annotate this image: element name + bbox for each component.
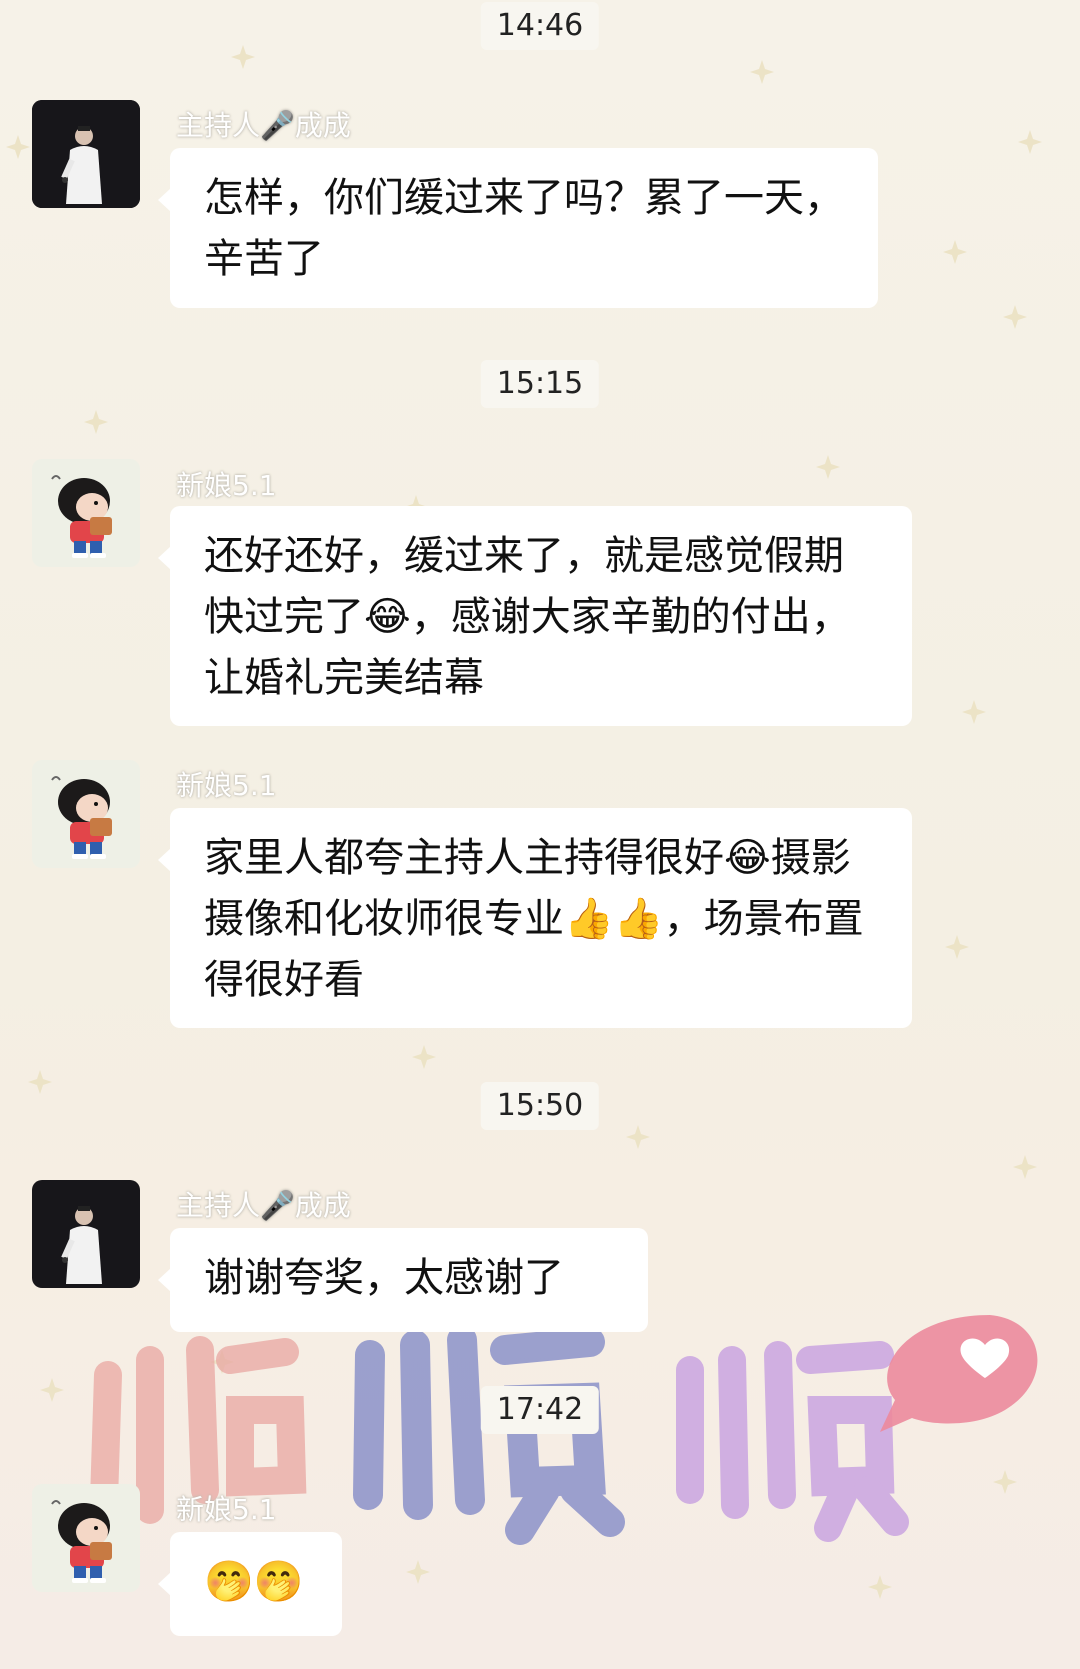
- bride-avatar-icon[interactable]: [32, 459, 140, 567]
- timestamp: 15:15: [480, 360, 600, 408]
- message-bubble[interactable]: 谢谢夸奖，太感谢了: [158, 1228, 648, 1332]
- sender-name: 新娘5.1: [176, 769, 277, 802]
- sender-name: 主持人🎤成成: [176, 109, 351, 142]
- sender-name: 新娘5.1: [176, 1493, 277, 1526]
- message-bubble[interactable]: 🤭🤭: [158, 1532, 342, 1636]
- host-avatar-icon[interactable]: [32, 100, 140, 208]
- timestamp: 14:46: [480, 2, 600, 50]
- bride-avatar-icon[interactable]: [32, 760, 140, 868]
- timestamp: 17:42: [480, 1386, 600, 1434]
- message-bubble[interactable]: 家里人都夸主持人主持得很好😂摄影摄像和化妆师很专业👍👍，场景布置得很好看: [158, 808, 912, 1028]
- host-avatar-icon[interactable]: [32, 1180, 140, 1288]
- sender-name: 新娘5.1: [176, 469, 277, 502]
- sender-name: 主持人🎤成成: [176, 1189, 351, 1222]
- message-bubble[interactable]: 还好还好，缓过来了，就是感觉假期快过完了😂，感谢大家辛勤的付出，让婚礼完美结幕: [158, 506, 912, 726]
- timestamp: 15:50: [480, 1082, 600, 1130]
- bride-avatar-icon[interactable]: [32, 1484, 140, 1592]
- message-bubble[interactable]: 怎样，你们缓过来了吗？累了一天，辛苦了: [158, 148, 878, 308]
